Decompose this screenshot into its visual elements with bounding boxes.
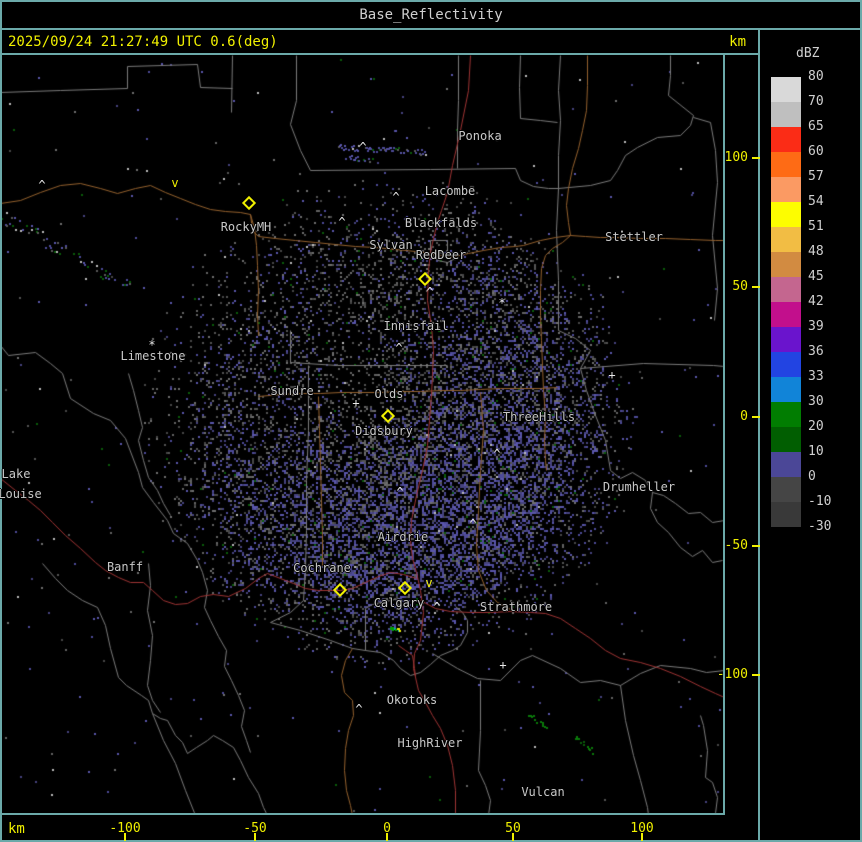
legend-title: dBZ — [796, 46, 820, 61]
y-axis-unit-label: km — [729, 34, 746, 50]
window-title: Base_Reflectivity — [359, 7, 503, 23]
map-bottom-border — [2, 813, 725, 815]
title-bar: Base_Reflectivity — [0, 2, 862, 28]
timestamp-label: 2025/09/24 21:27:49 UTC 0.6(deg) — [8, 34, 278, 50]
frame-left-border — [0, 0, 2, 842]
infobar-divider — [0, 53, 760, 55]
map-right-border — [723, 55, 725, 815]
radar-app-window: Base_Reflectivity 2025/09/24 21:27:49 UT… — [0, 0, 862, 842]
info-bar: 2025/09/24 21:27:49 UTC 0.6(deg) km — [0, 30, 758, 53]
radar-map-canvas[interactable] — [0, 0, 862, 842]
x-axis-unit-label: km — [8, 821, 25, 837]
legend-divider — [758, 28, 760, 842]
